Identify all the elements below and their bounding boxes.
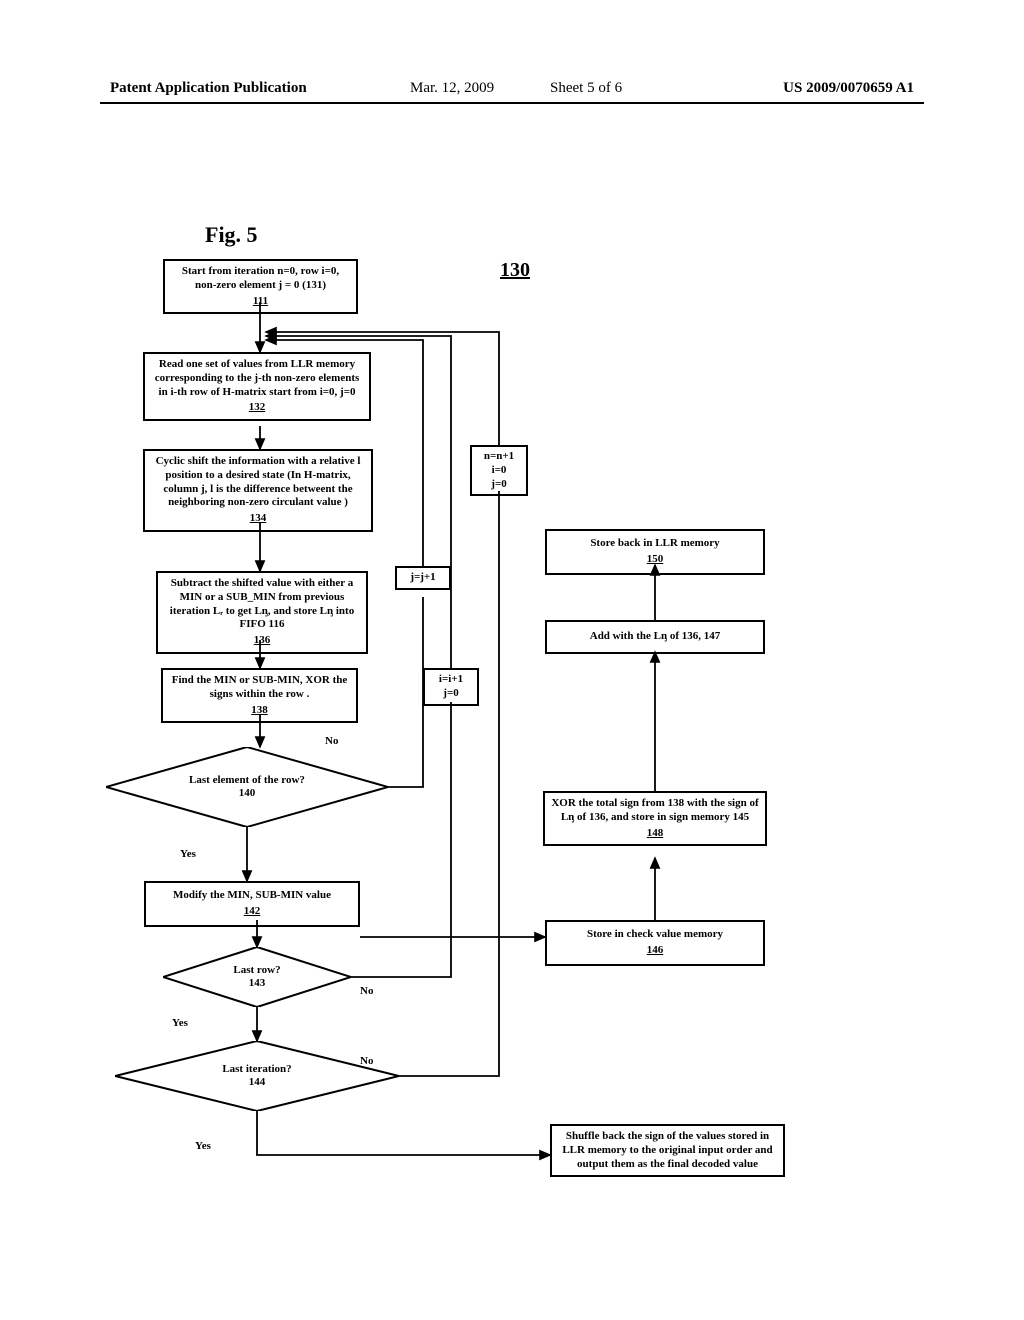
box-text: Start from iteration n=0, row i=0, non-z… <box>182 265 339 291</box>
connectors <box>0 0 1024 1320</box>
box-text: Add with the Lᶇ of 136, 147 <box>590 630 721 642</box>
label-no-144: No <box>360 1055 373 1067</box>
document-number: US 2009/0070659 A1 <box>783 80 914 97</box>
header-rule <box>100 102 924 104</box>
publication-label: Patent Application Publication <box>110 80 307 96</box>
box-ref: 111 <box>171 295 350 309</box>
box-j-plus-1: j=j+1 <box>395 566 451 590</box>
box-text: Cyclic shift the information with a rela… <box>156 455 361 508</box>
box-store-check-146: Store in check value memory 146 <box>545 920 765 966</box>
label-yes-140: Yes <box>180 848 196 860</box>
label-yes-143: Yes <box>172 1017 188 1029</box>
box-find-138: Find the MIN or SUB-MIN, XOR the signs w… <box>161 668 358 723</box>
figure-top-ref: 130 <box>500 259 530 282</box>
decision-last-iteration-144: Last iteration?144 <box>115 1041 399 1111</box>
box-text: Modify the MIN, SUB-MIN value <box>173 889 331 901</box>
box-store-llr-150: Store back in LLR memory 150 <box>545 529 765 575</box>
box-xor-sign-148: XOR the total sign from 138 with the sig… <box>543 791 767 846</box>
box-ref: 148 <box>551 827 759 841</box>
box-ref: 136 <box>164 634 360 648</box>
box-text: Shuffle back the sign of the values stor… <box>562 1130 772 1170</box>
decision-last-row-143: Last row?143 <box>163 947 351 1007</box>
box-text: j=j+1 <box>410 571 435 583</box>
decision-text: Last row?143 <box>163 964 351 990</box>
decision-text: Last iteration?144 <box>115 1063 399 1089</box>
box-n-plus-1: n=n+1i=0j=0 <box>470 445 528 496</box>
box-ref: 132 <box>151 401 363 415</box>
box-ref: 138 <box>169 704 350 718</box>
box-text: Subtract the shifted value with either a… <box>170 577 354 630</box>
box-shift-134: Cyclic shift the information with a rela… <box>143 449 373 532</box>
label-no-140: No <box>325 735 338 747</box>
figure-label: Fig. 5 <box>205 222 258 248</box>
decision-last-element-140: Last element of the row?140 <box>106 747 388 827</box>
box-text: XOR the total sign from 138 with the sig… <box>551 797 758 823</box>
box-subtract-136: Subtract the shifted value with either a… <box>156 571 368 654</box>
box-text: i=i+1j=0 <box>439 673 463 699</box>
box-shuffle-output: Shuffle back the sign of the values stor… <box>550 1124 785 1177</box>
box-text: Store back in LLR memory <box>590 537 719 549</box>
sheet-number: Sheet 5 of 6 <box>550 80 622 97</box>
box-ref: 150 <box>553 553 757 567</box>
box-ref: 142 <box>152 905 352 919</box>
box-i-plus-1: i=i+1j=0 <box>423 668 479 706</box>
box-modify-142: Modify the MIN, SUB-MIN value 142 <box>144 881 360 927</box>
box-text: Store in check value memory <box>587 928 723 940</box>
box-text: Read one set of values from LLR memory c… <box>155 358 360 398</box>
label-no-143: No <box>360 985 373 997</box>
box-start-111: Start from iteration n=0, row i=0, non-z… <box>163 259 358 314</box>
box-add-lb-147: Add with the Lᶇ of 136, 147 <box>545 620 765 654</box>
decision-text: Last element of the row?140 <box>106 774 388 800</box>
label-yes-144: Yes <box>195 1140 211 1152</box>
box-read-132: Read one set of values from LLR memory c… <box>143 352 371 421</box>
box-ref: 134 <box>151 512 365 526</box>
box-ref: 146 <box>553 944 757 958</box>
publication-date: Mar. 12, 2009 <box>410 80 494 97</box>
box-text: n=n+1i=0j=0 <box>484 450 514 490</box>
page-header: Patent Application Publication Mar. 12, … <box>110 80 914 97</box>
box-text: Find the MIN or SUB-MIN, XOR the signs w… <box>172 674 348 700</box>
